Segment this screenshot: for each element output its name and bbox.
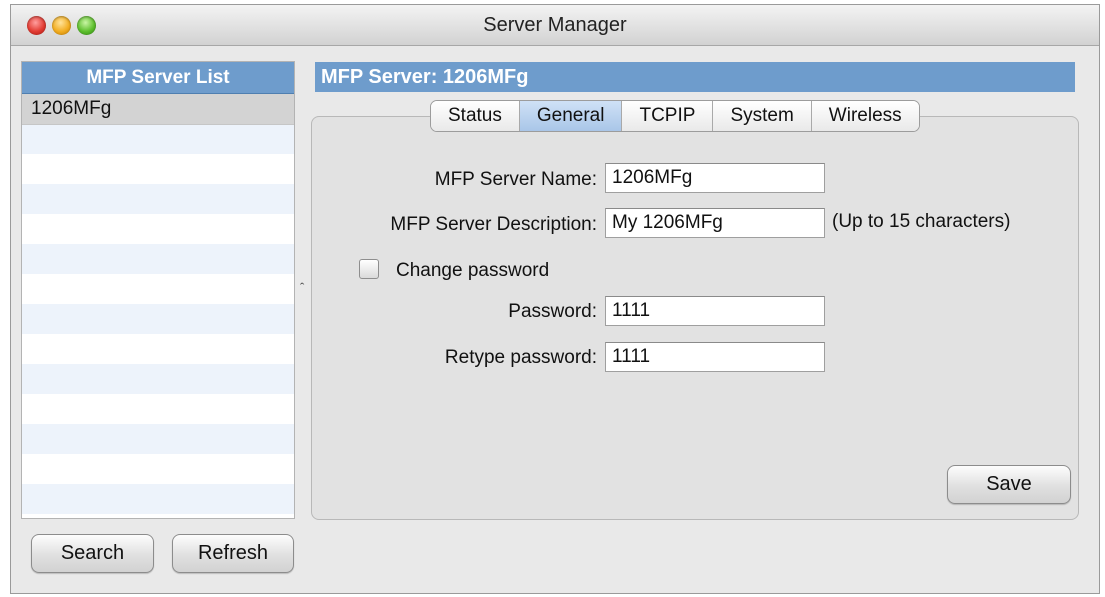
split-view-handle-icon[interactable]: ˆ — [300, 280, 304, 295]
refresh-button[interactable]: Refresh — [172, 534, 294, 573]
password-label: Password: — [508, 301, 597, 322]
description-hint: (Up to 15 characters) — [832, 211, 1011, 232]
change-password-checkbox[interactable] — [359, 259, 379, 279]
server-detail-header: MFP Server: 1206MFg — [315, 62, 1075, 92]
search-button[interactable]: Search — [31, 534, 154, 573]
server-description-label: MFP Server Description: — [390, 214, 597, 235]
server-list-item[interactable]: 1206MFg — [22, 94, 294, 125]
tab-system[interactable]: System — [713, 101, 812, 131]
tab-general[interactable]: General — [519, 101, 623, 131]
server-list[interactable]: 1206MFg — [22, 94, 294, 518]
title-bar[interactable]: Server Manager — [11, 5, 1099, 46]
server-name-input[interactable] — [605, 163, 825, 193]
server-list-header: MFP Server List — [22, 62, 294, 94]
tab-status[interactable]: Status — [431, 101, 520, 131]
retype-password-label: Retype password: — [444, 347, 597, 368]
window-title: Server Manager — [483, 14, 627, 36]
password-input[interactable] — [605, 296, 825, 326]
server-name-label: MFP Server Name: — [434, 169, 597, 190]
save-button[interactable]: Save — [947, 465, 1071, 504]
tab-bar: Status General TCPIP System Wireless — [430, 100, 920, 132]
server-list-panel: MFP Server List 1206MFg — [21, 61, 295, 519]
tab-wireless[interactable]: Wireless — [811, 101, 919, 131]
server-description-input[interactable] — [605, 208, 825, 238]
tab-tcpip[interactable]: TCPIP — [622, 101, 714, 131]
retype-password-input[interactable] — [605, 342, 825, 372]
change-password-label[interactable]: Change password — [396, 260, 549, 282]
